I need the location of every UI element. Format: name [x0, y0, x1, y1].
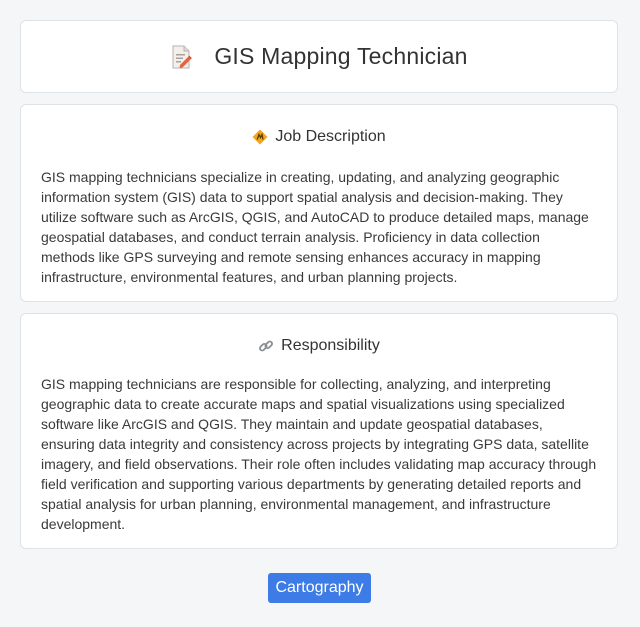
title-card: GIS Mapping Technician — [20, 20, 618, 93]
tag-cartography[interactable]: Cartography — [268, 573, 371, 603]
job-description-header: Job Description — [41, 127, 597, 147]
responsibility-card: Responsibility GIS mapping technicians a… — [20, 313, 618, 549]
map-pin-icon — [252, 129, 268, 145]
page-title: GIS Mapping Technician — [214, 43, 468, 69]
job-description-text: GIS mapping technicians specialize in cr… — [41, 169, 589, 285]
responsibility-text: GIS mapping technicians are responsible … — [41, 376, 597, 532]
document-edit-icon — [170, 45, 193, 69]
responsibility-header: Responsibility — [41, 336, 597, 356]
responsibility-heading: Responsibility — [281, 337, 380, 354]
link-icon — [258, 338, 274, 354]
job-description-card: Job Description GIS mapping technicians … — [20, 104, 618, 302]
job-description-heading: Job Description — [275, 128, 386, 145]
